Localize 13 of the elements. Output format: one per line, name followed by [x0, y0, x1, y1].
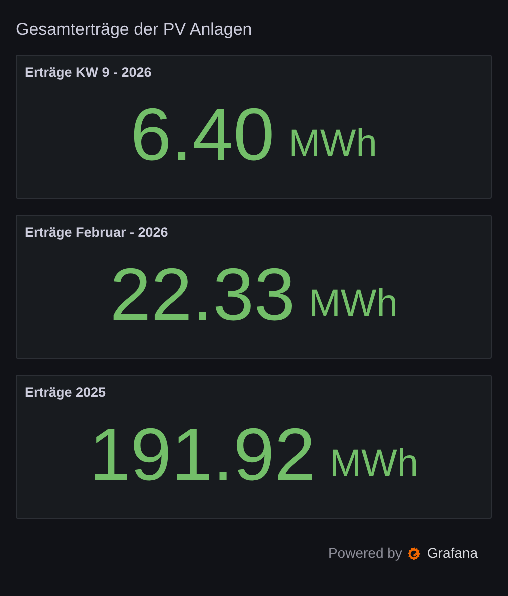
panel-title: Erträge Februar - 2026 [25, 224, 168, 242]
powered-by-text: Powered by [328, 544, 402, 563]
logo-icon [407, 546, 422, 562]
stat-value: 6.40 [130, 98, 275, 172]
stat-unit: MWh [288, 125, 378, 163]
dashboard-title: Gesamterträge der PV Anlagen [16, 19, 254, 41]
panel-title: Erträge 2025 [25, 384, 106, 402]
panel-title: Erträge KW 9 - 2026 [25, 64, 152, 82]
stat-value: 191.92 [90, 418, 316, 492]
brand-name: Grafana [427, 544, 478, 563]
stat-unit: MWh [330, 445, 418, 483]
stat-value: 22.33 [110, 258, 296, 332]
stat-unit: MWh [309, 285, 398, 323]
